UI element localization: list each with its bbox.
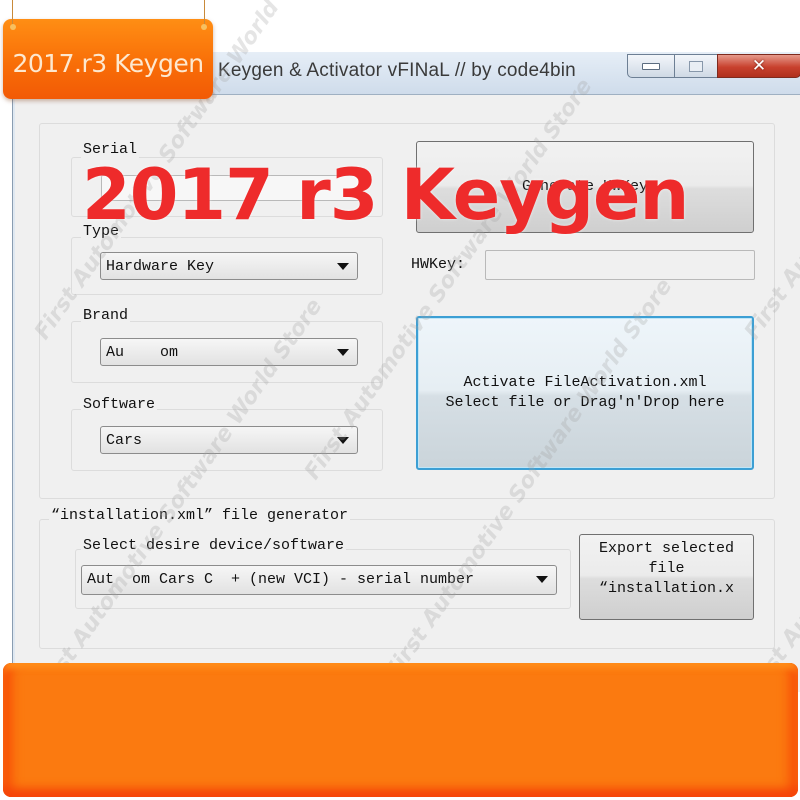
device-software-select[interactable]: Aut om Cars C + (new VCI) - serial numbe… xyxy=(81,565,557,595)
window-title: Keygen & Activator vFINaL // by code4bin xyxy=(218,60,576,81)
chevron-down-icon xyxy=(337,263,349,270)
brand-selected-value: Au om xyxy=(106,344,179,361)
hwkey-output[interactable] xyxy=(485,250,755,280)
chevron-down-icon xyxy=(337,437,349,444)
chevron-down-icon xyxy=(536,576,548,583)
installation-generator-label: “installation.xml” file generator xyxy=(49,507,351,524)
device-software-label: Select desire device/software xyxy=(81,537,347,554)
type-select[interactable]: Hardware Key xyxy=(100,252,358,280)
maximize-button[interactable] xyxy=(674,54,718,78)
export-installation-label: Export selected file “installation.x xyxy=(598,540,735,597)
keygen-window: Keygen & Activator vFINaL // by code4bin… xyxy=(12,52,800,692)
type-selected-value: Hardware Key xyxy=(106,258,215,275)
hwkey-label: HWKey: xyxy=(411,256,466,273)
promo-tag-label: 2017.r3 Keygen xyxy=(12,49,204,78)
brand-select[interactable]: Au om xyxy=(100,338,358,366)
minimize-button[interactable] xyxy=(627,54,675,78)
software-select[interactable]: Cars xyxy=(100,426,358,454)
promo-tag: 2017.r3 Keygen xyxy=(3,0,213,99)
tag-hole xyxy=(201,24,207,30)
software-label: Software xyxy=(81,396,158,413)
brand-label: Brand xyxy=(81,307,131,324)
close-icon: ✕ xyxy=(751,56,767,76)
software-selected-value: Cars xyxy=(106,432,143,449)
export-installation-button[interactable]: Export selected file “installation.x xyxy=(579,534,754,620)
promo-headline: 2017 r3 Keygen xyxy=(82,154,689,236)
device-software-selected-value: Aut om Cars C + (new VCI) - serial numbe… xyxy=(87,571,475,588)
tag-hole xyxy=(10,24,16,30)
promo-banner xyxy=(3,663,798,797)
activate-file-dropzone[interactable]: Activate FileActivation.xml Select file … xyxy=(416,316,754,470)
minimize-icon xyxy=(642,62,660,70)
maximize-icon xyxy=(689,60,703,72)
close-button[interactable]: ✕ xyxy=(717,54,800,78)
activate-file-label: Activate FileActivation.xml Select file … xyxy=(445,374,725,411)
chevron-down-icon xyxy=(337,349,349,356)
